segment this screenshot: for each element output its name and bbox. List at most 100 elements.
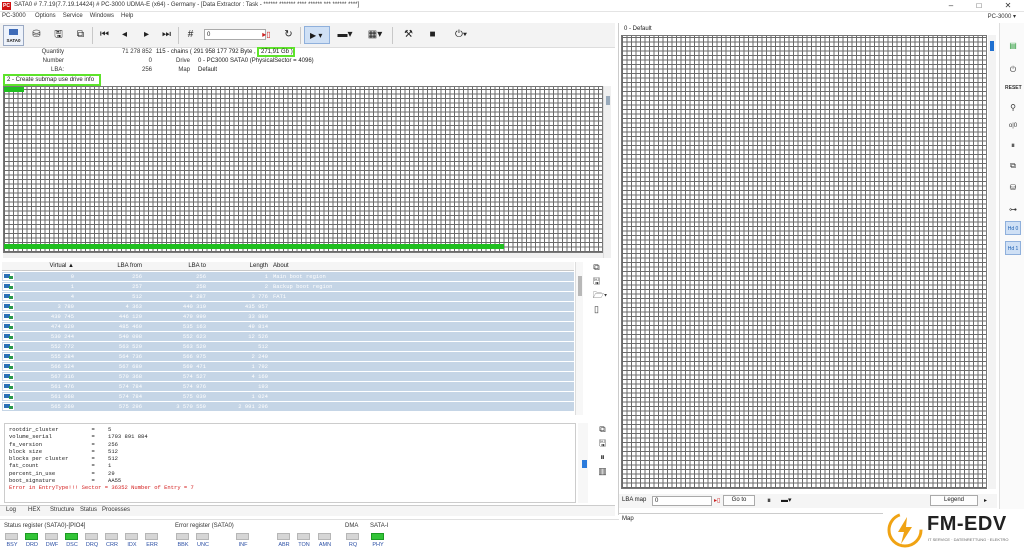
clear-log-icon[interactable]: ▥ [597, 466, 608, 477]
col-lba-from[interactable]: LBA from [82, 263, 142, 269]
lba-grid-map[interactable] [621, 35, 987, 489]
lba-map-scrollbar[interactable] [988, 35, 996, 489]
led-label: RQ [348, 542, 358, 548]
table-row[interactable]: 561 668 574 784 575 039 1 024 [2, 392, 574, 402]
sector-grid-map[interactable] [3, 86, 603, 253]
cell-about: FAT1 [273, 293, 287, 300]
led-bsy [5, 533, 18, 540]
drive-list-icon[interactable]: ▤ [1005, 39, 1021, 53]
legend-dropdown-icon[interactable]: ▸ [984, 497, 987, 504]
grid-vscrollbar[interactable] [603, 86, 611, 258]
close-icon[interactable]: ✕ [994, 1, 1022, 11]
hd0-button[interactable]: Hd 0 [1005, 221, 1021, 235]
table-scroll-thumb[interactable] [578, 276, 582, 296]
power-icon[interactable]: ⏻▾ [448, 27, 474, 43]
lba-label: LBA: [50, 67, 64, 73]
tools-icon[interactable]: ⚒ [400, 27, 417, 43]
goto-lba-icon[interactable]: # [182, 27, 199, 43]
tab-structure[interactable]: Structure [50, 507, 74, 513]
menu-help[interactable]: Help [121, 13, 133, 19]
next-icon[interactable]: ▸ [138, 27, 155, 43]
disk-icon[interactable]: ⛁ [1005, 181, 1021, 195]
led-label: ABR [278, 542, 290, 548]
log-scroll-thumb[interactable] [582, 460, 587, 468]
menu-windows[interactable]: Windows [90, 13, 114, 19]
add-chain-icon[interactable]: ⧉ [591, 262, 602, 273]
table-row[interactable]: 567 316 570 368 574 527 4 160 [2, 372, 574, 382]
drive-value: 0 - PC3000 SATA0 (PhysicalSector = 4096) [198, 58, 314, 64]
tab-log[interactable]: Log [6, 507, 16, 513]
stop-icon[interactable]: ■ [424, 27, 441, 43]
menu-service[interactable]: Service [63, 13, 83, 19]
menu-options[interactable]: Options [35, 13, 56, 19]
tab-status[interactable]: Status [80, 507, 97, 513]
table-vscrollbar[interactable] [575, 262, 583, 415]
table-row[interactable]: 439 745 446 120 479 999 33 880 [2, 312, 574, 322]
table-row[interactable]: 566 524 567 680 569 471 1 792 [2, 362, 574, 372]
copy-log-icon[interactable]: ⧉ [597, 424, 608, 435]
grid-hscrollbar[interactable] [3, 253, 603, 258]
col-virtual[interactable]: Virtual ▲ [14, 263, 74, 269]
cell-lba-to: 535 163 [182, 323, 206, 330]
prev-icon[interactable]: ◂ [116, 27, 133, 43]
drive-icon[interactable]: ⛁ [28, 27, 45, 43]
table-row[interactable]: 555 284 564 736 566 975 2 240 [2, 352, 574, 362]
pause-log-icon[interactable]: ⏸ [597, 452, 608, 463]
table-row[interactable]: 0 256 256 1 Main boot region [2, 272, 574, 282]
table-row[interactable]: 565 260 575 296 3 570 559 2 991 296 [2, 402, 574, 412]
lba-input[interactable]: 0 [204, 29, 266, 40]
maximize-icon[interactable]: □ [965, 1, 993, 11]
log-scrollbar[interactable] [578, 423, 588, 503]
jump-icon[interactable]: ▸▯ [258, 27, 275, 43]
goto-button[interactable]: Go to [723, 495, 755, 506]
lba-map-jump-icon[interactable]: ▸▯ [714, 497, 720, 504]
pause-map-icon[interactable]: ⏸ [767, 496, 771, 506]
last-icon[interactable]: ⏭ [158, 27, 175, 43]
pause-icon[interactable]: ⏸ [1005, 139, 1021, 153]
probe-icon[interactable]: ⚲ [1005, 101, 1021, 115]
lba-map-input[interactable]: 0 [652, 496, 712, 506]
table-row[interactable]: 530 244 540 098 552 623 12 526 [2, 332, 574, 342]
refresh-icon[interactable]: ↻ [280, 27, 297, 43]
first-icon[interactable]: ⏮ [96, 27, 113, 43]
chain-row-icon [3, 383, 14, 390]
save-log-icon[interactable]: 🖫 [597, 438, 608, 449]
connector-icon[interactable]: ⊶ [1005, 203, 1021, 217]
play-button[interactable]: ▶ ▾ [304, 26, 330, 44]
save-chains-icon[interactable]: 🖫 [591, 276, 602, 287]
copy-icon[interactable]: ⧉ [1005, 159, 1021, 173]
tab-hex[interactable]: HEX [28, 507, 40, 513]
export-icon[interactable]: ⧉ [72, 27, 89, 43]
tab-map[interactable]: Map [622, 516, 634, 522]
legend-button[interactable]: Legend [930, 495, 978, 506]
power-off-icon[interactable]: ⏻ [1005, 63, 1021, 77]
table-row[interactable]: 552 772 563 520 563 520 512 [2, 342, 574, 352]
col-lba-to[interactable]: LBA to [146, 263, 206, 269]
blank-page-icon[interactable]: ▯ [591, 304, 602, 315]
lba-map-scroll-thumb[interactable] [990, 41, 994, 51]
table-row[interactable]: 1 257 258 2 Backup boot region [2, 282, 574, 292]
pio-icon[interactable]: o|0 [1005, 119, 1021, 133]
cell-virtual: 566 524 [50, 363, 74, 370]
sata0-button[interactable]: SATA0 [3, 25, 24, 46]
app-menu-label[interactable]: PC-3000 [2, 13, 26, 19]
hd1-button[interactable]: Hd 1 [1005, 241, 1021, 255]
tab-processes[interactable]: Processes [102, 507, 130, 513]
minimize-icon[interactable]: – [937, 1, 965, 11]
col-about[interactable]: About [273, 263, 289, 269]
col-length[interactable]: Length [208, 263, 268, 269]
grid-view-icon[interactable]: ▦▾ [364, 27, 386, 43]
table-row[interactable]: 4 512 4 287 3 776 FAT1 [2, 292, 574, 302]
table-row[interactable]: 3 780 4 363 440 319 435 957 [2, 302, 574, 312]
save-icon[interactable]: 🖫 [50, 27, 67, 43]
pc3000-dropdown[interactable]: PC-3000 ▾ [988, 13, 1016, 20]
table-row[interactable]: 561 476 574 784 574 976 193 [2, 382, 574, 392]
reset-button[interactable]: RESET [1005, 81, 1022, 95]
map-mode-icon[interactable]: ▬▾ [781, 496, 792, 504]
grid-scroll-thumb[interactable] [606, 96, 610, 105]
table-row[interactable]: 474 620 485 460 535 163 49 814 [2, 322, 574, 332]
map-view-icon[interactable]: ▬▾ [334, 27, 356, 43]
cell-lba-to: 574 976 [182, 383, 206, 390]
open-chains-icon[interactable]: 🗁▾ [591, 290, 609, 301]
chain-row-icon [3, 323, 14, 330]
